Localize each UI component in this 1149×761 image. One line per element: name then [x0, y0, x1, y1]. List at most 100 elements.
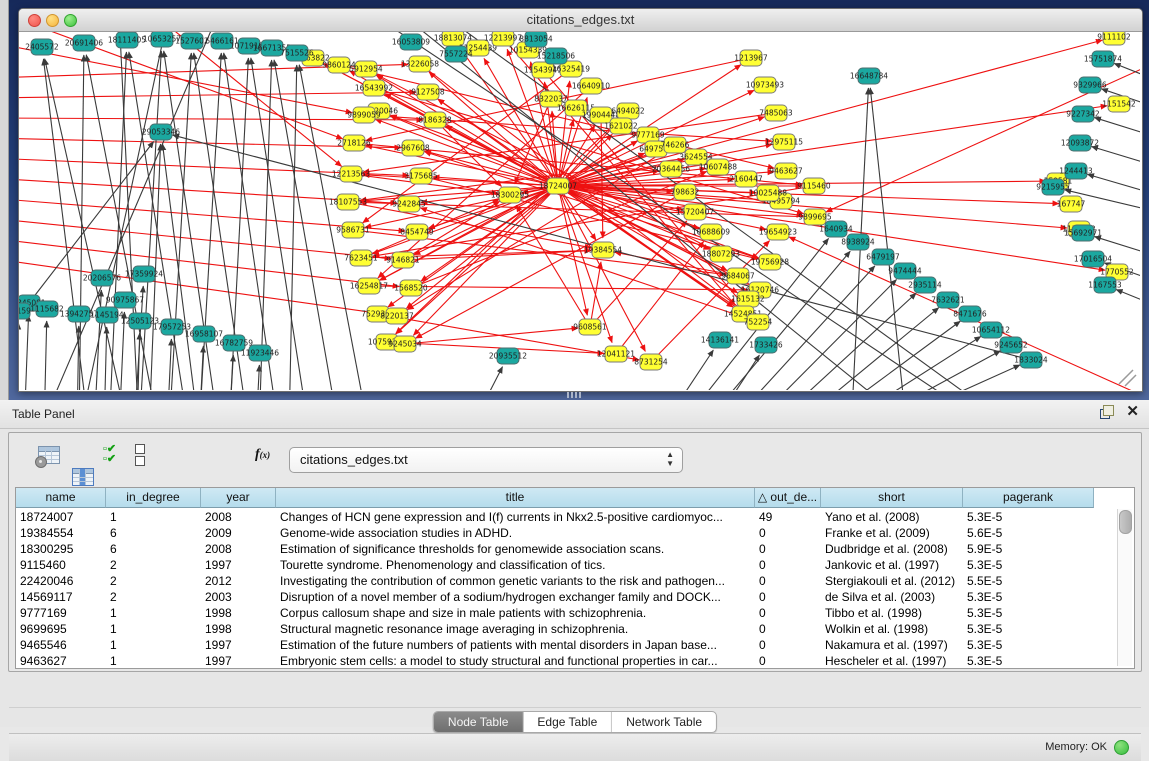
graph-edge[interactable] [45, 59, 129, 390]
table-cell[interactable]: 9463627 [16, 653, 106, 669]
table-cell[interactable]: 1997 [201, 653, 276, 669]
graph-edge[interactable] [86, 55, 159, 390]
table-row[interactable]: 969969511998Structural magnetic resonanc… [16, 621, 1094, 637]
graph-edge[interactable] [871, 365, 1020, 390]
scrollbar-thumb[interactable] [1119, 510, 1132, 534]
graph-edge[interactable] [659, 350, 713, 390]
graph-edge[interactable] [1116, 290, 1140, 315]
table-cell[interactable]: 9465546 [16, 637, 106, 653]
table-cell[interactable]: 5.5E-5 [963, 573, 1094, 589]
table-cell[interactable]: 18300295 [16, 541, 106, 557]
table-row[interactable]: 911546021997Tourette syndrome. Phenomeno… [16, 557, 1094, 573]
table-cell[interactable]: Franke et al. (2009) [821, 525, 963, 541]
table-cell[interactable]: 0 [755, 541, 821, 557]
table-cell[interactable]: 5.3E-5 [963, 605, 1094, 621]
graph-edge[interactable] [94, 290, 101, 390]
table-cell[interactable]: 6 [106, 525, 201, 541]
column-header-in_degree[interactable]: in_degree [106, 488, 201, 508]
table-cell[interactable]: 6 [106, 541, 201, 557]
table-cell[interactable]: 2 [106, 589, 201, 605]
table-cell[interactable]: Estimation of the future numbers of pati… [276, 637, 755, 653]
graph-edge[interactable] [24, 315, 29, 390]
vertical-scrollbar[interactable] [1117, 509, 1132, 666]
column-header-name[interactable]: name [16, 488, 106, 508]
table-cell[interactable]: Nakamura et al. (1997) [821, 637, 963, 653]
column-header-title[interactable]: title [276, 488, 755, 508]
select-rows-icon[interactable]: ▫✔▫✔ [103, 444, 116, 464]
table-cell[interactable]: 9699695 [16, 621, 106, 637]
table-cell[interactable]: Wolkin et al. (1998) [821, 621, 963, 637]
table-cell[interactable]: 1997 [201, 637, 276, 653]
table-settings-icon[interactable] [37, 444, 61, 466]
table-row[interactable]: 1938455462009Genome-wide association stu… [16, 525, 1094, 541]
graph-edge[interactable] [199, 346, 203, 390]
table-cell[interactable]: 2 [106, 573, 201, 589]
table-cell[interactable]: Hescheler et al. (1997) [821, 653, 963, 669]
graph-edge[interactable] [616, 241, 704, 354]
table-cell[interactable]: 5.3E-5 [963, 637, 1094, 653]
table-cell[interactable]: 19384554 [16, 525, 106, 541]
table-cell[interactable]: Corpus callosum shape and size in male p… [276, 605, 755, 621]
table-row[interactable]: 946362711997Embryonic stem cells: a mode… [16, 653, 1094, 669]
table-cell[interactable]: Disruption of a novel member of a sodium… [276, 589, 755, 605]
table-cell[interactable]: 1997 [201, 557, 276, 573]
table-cell[interactable]: 2003 [201, 589, 276, 605]
table-row[interactable]: 1830029562008Estimation of significance … [16, 541, 1094, 557]
table-cell[interactable]: 9777169 [16, 605, 106, 621]
graph-edge[interactable] [1091, 146, 1140, 173]
table-selector-dropdown[interactable]: citations_edges.txt ▲▼ [289, 447, 683, 473]
table-cell[interactable]: 5.3E-5 [963, 653, 1094, 669]
table-row[interactable]: 2242004622012Investigating the contribut… [16, 573, 1094, 589]
table-row[interactable]: 977716911998Corpus callosum shape and si… [16, 605, 1094, 621]
column-header-out_de[interactable]: △ out_de... [755, 488, 821, 508]
table-cell[interactable]: Structural magnetic resonance image aver… [276, 621, 755, 637]
table-cell[interactable]: Yano et al. (2008) [821, 509, 963, 525]
graph-edge[interactable] [229, 355, 233, 390]
table-cell[interactable]: 2008 [201, 509, 276, 525]
panel-divider-grip[interactable] [567, 392, 581, 398]
graph-edge[interactable] [289, 65, 297, 390]
float-panel-icon[interactable] [1100, 405, 1114, 419]
graph-edge[interactable] [119, 32, 139, 390]
graph-edge[interactable] [709, 355, 759, 390]
graph-edge[interactable] [104, 327, 107, 390]
graph-edge[interactable] [723, 266, 875, 390]
table-cell[interactable]: 1998 [201, 621, 276, 637]
table-cell[interactable]: 1 [106, 605, 201, 621]
table-cell[interactable]: 0 [755, 573, 821, 589]
graph-edge[interactable] [167, 339, 171, 390]
table-cell[interactable]: 22420046 [16, 573, 106, 589]
table-cell[interactable]: Investigating the contribution of common… [276, 573, 755, 589]
network-window-titlebar[interactable]: citations_edges.txt [19, 9, 1142, 32]
table-cell[interactable]: 9115460 [16, 557, 106, 573]
row-height-icon[interactable] [135, 444, 145, 468]
network-canvas[interactable]: 1872400718300295193845547663822986012459… [19, 32, 1140, 390]
canvas-resize-grip[interactable] [1119, 370, 1136, 386]
show-column-icon[interactable] [71, 466, 95, 488]
table-cell[interactable]: 2 [106, 557, 201, 573]
table-cell[interactable]: 18724007 [16, 509, 106, 525]
tab-network-table[interactable]: Network Table [612, 712, 716, 732]
table-cell[interactable]: Stergiakouli et al. (2012) [821, 573, 963, 589]
memory-ok-icon[interactable] [1114, 740, 1129, 755]
table-cell[interactable]: Estimation of significance thresholds fo… [276, 541, 755, 557]
table-cell[interactable]: 0 [755, 589, 821, 605]
graph-edge[interactable] [79, 55, 84, 390]
table-cell[interactable]: 5.3E-5 [963, 621, 1094, 637]
graph-edge[interactable] [1094, 118, 1140, 144]
table-row[interactable]: 946554611997Estimation of the future num… [16, 637, 1094, 653]
table-cell[interactable]: 49 [755, 509, 821, 525]
table-cell[interactable]: 2012 [201, 573, 276, 589]
table-cell[interactable]: 1 [106, 621, 201, 637]
table-cell[interactable]: 2009 [201, 525, 276, 541]
table-cell[interactable]: Changes of HCN gene expression and I(f) … [276, 509, 755, 525]
table-cell[interactable]: 5.6E-5 [963, 525, 1094, 541]
table-row[interactable]: 1456911722003Disruption of a novel membe… [16, 589, 1094, 605]
tab-edge-table[interactable]: Edge Table [523, 712, 612, 732]
table-cell[interactable]: 1 [106, 637, 201, 653]
table-cell[interactable]: 1 [106, 509, 201, 525]
table-cell[interactable]: Genome-wide association studies in ADHD. [276, 525, 755, 541]
table-cell[interactable]: Tourette syndrome. Phenomenology and cla… [276, 557, 755, 573]
table-cell[interactable]: 2008 [201, 541, 276, 557]
table-cell[interactable]: 14569117 [16, 589, 106, 605]
